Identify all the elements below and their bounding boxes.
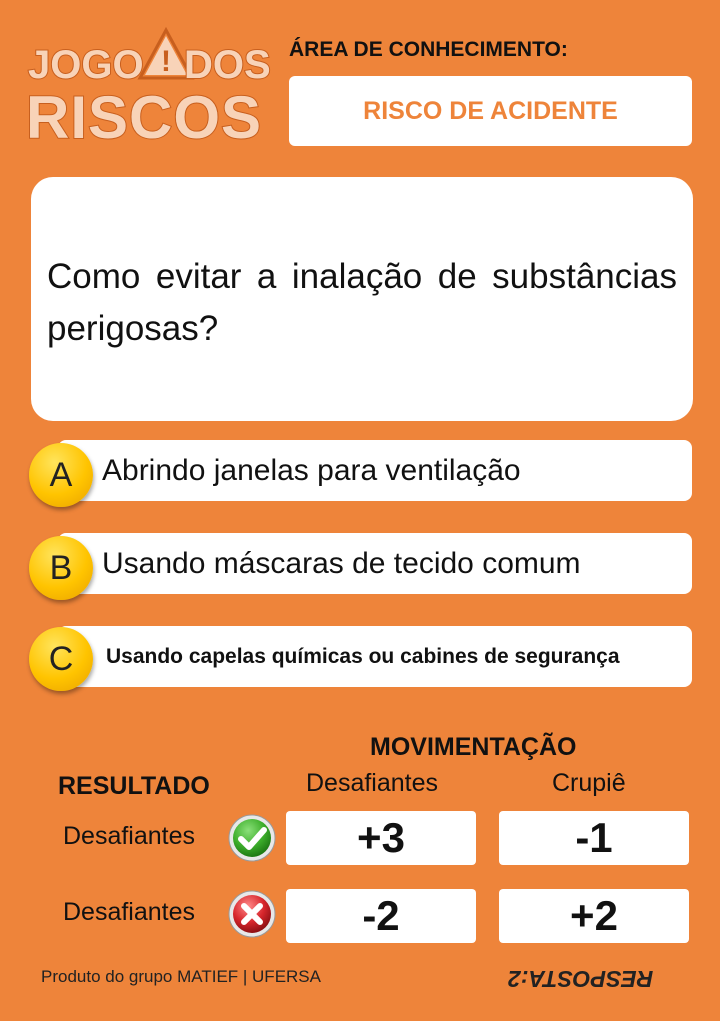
- knowledge-area-title: ÁREA DE CONHECIMENTO:: [289, 38, 568, 61]
- wrong-challengers-value: -2: [286, 889, 476, 943]
- correct-dealer-value: -1: [499, 811, 689, 865]
- row-wrong-label: Desafiantes: [63, 898, 196, 926]
- footer-credit: Produto do grupo MATIEF | UFERSA: [41, 967, 321, 986]
- answer-a-letter[interactable]: A: [29, 443, 93, 507]
- cross-icon: [227, 889, 277, 939]
- logo-line2: RISCOS: [26, 84, 262, 148]
- column-challengers: Desafiantes: [306, 769, 439, 797]
- answer-b-text: Usando máscaras de tecido comum: [102, 546, 581, 580]
- answer-c-text: Usando capelas químicas ou cabines de se…: [106, 644, 620, 668]
- answer-option-c[interactable]: Usando capelas químicas ou cabines de se…: [58, 626, 692, 687]
- logo-warning-symbol: !: [161, 45, 171, 78]
- logo-line1-right: DOS: [184, 43, 271, 87]
- column-dealer: Crupiê: [552, 769, 626, 797]
- answer-option-a[interactable]: Abrindo janelas para ventilação: [58, 440, 692, 501]
- game-logo: JOGO ! DOS RISCOS: [24, 26, 276, 148]
- movement-title: MOVIMENTAÇÃO: [370, 733, 577, 761]
- wrong-dealer-value: +2: [499, 889, 689, 943]
- answer-option-b[interactable]: Usando máscaras de tecido comum: [58, 533, 692, 594]
- check-icon: [227, 813, 277, 863]
- row-correct-label: Desafiantes: [63, 822, 196, 850]
- answer-b-letter[interactable]: B: [29, 536, 93, 600]
- answer-c-letter[interactable]: C: [29, 627, 93, 691]
- answer-a-text: Abrindo janelas para ventilação: [102, 453, 521, 487]
- result-label: RESULTADO: [58, 772, 210, 800]
- correct-challengers-value: +3: [286, 811, 476, 865]
- answer-key-upside-down: RESPOSTA:2: [508, 966, 654, 992]
- knowledge-area-value: RISCO DE ACIDENTE: [289, 76, 692, 146]
- logo-line1-left: JOGO: [28, 43, 144, 87]
- question-text: Como evitar a inalação de substâncias pe…: [31, 177, 693, 421]
